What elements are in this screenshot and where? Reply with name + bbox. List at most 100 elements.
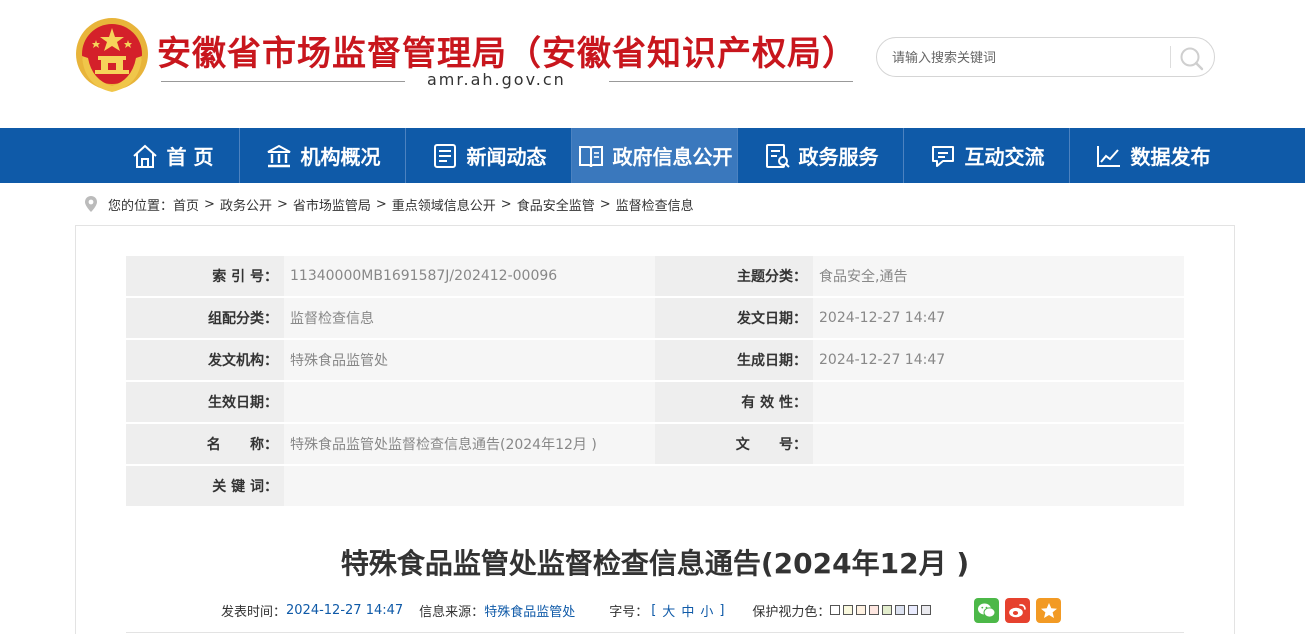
- metadata-row: 组配分类： 监督检查信息 发文日期： 2024-12-27 14:47: [126, 298, 1184, 338]
- national-emblem-icon: [76, 18, 148, 92]
- eye-care-swatch[interactable]: [869, 605, 880, 615]
- document-icon: [765, 143, 790, 168]
- home-icon: [132, 144, 157, 168]
- main-nav: 首 页 机构概况 新闻动态 政府信息公开 政务服务 互动交流 数据发布: [0, 128, 1305, 183]
- favorite-button[interactable]: [1036, 597, 1062, 623]
- metadata-table: 索 引 号： 11340000MB1691587J/202412-00096 主…: [126, 256, 1184, 508]
- breadcrumb-separator: >: [204, 196, 215, 212]
- publish-time-label: 发表时间：: [221, 604, 287, 620]
- breadcrumb-link[interactable]: 政务公开: [220, 195, 272, 214]
- metadata-row: 名 称： 特殊食品监管处监督检查信息通告(2024年12月 ) 文 号：: [126, 424, 1184, 464]
- source-label: 信息来源：: [419, 604, 485, 620]
- metadata-label: 生效日期：: [126, 382, 284, 422]
- search-box: [876, 37, 1215, 77]
- weibo-icon: [1009, 603, 1027, 617]
- search-divider: [1170, 46, 1171, 68]
- eye-care-swatch[interactable]: [921, 605, 932, 615]
- site-title: 安徽省市场监督管理局（安徽省知识产权局）: [157, 34, 857, 74]
- font-size-medium-button[interactable]: 中: [681, 601, 694, 620]
- nav-item-label: 新闻动态: [466, 145, 547, 169]
- location-pin-icon: [85, 196, 97, 212]
- breadcrumb-separator: >: [375, 196, 387, 212]
- eye-care-swatch[interactable]: [908, 605, 919, 615]
- breadcrumb-link[interactable]: 首页: [173, 195, 199, 214]
- metadata-row: 关 键 词：: [126, 466, 1184, 506]
- metadata-label: 有 效 性：: [655, 382, 813, 422]
- metadata-value: 监督检查信息: [284, 298, 655, 338]
- metadata-row: 发文机构： 特殊食品监管处 生成日期： 2024-12-27 14:47: [126, 340, 1184, 380]
- search-icon[interactable]: [1178, 45, 1206, 71]
- font-size-label: 字号：: [609, 604, 649, 620]
- publish-time: 发表时间： 2024-12-27 14:47: [221, 601, 403, 620]
- metadata-value: [813, 382, 1184, 422]
- metadata-value: 食品安全,通告: [813, 256, 1184, 296]
- article-container: 索 引 号： 11340000MB1691587J/202412-00096 主…: [75, 225, 1235, 634]
- nav-item-services[interactable]: 政务服务: [738, 128, 903, 183]
- metadata-value: 11340000MB1691587J/202412-00096: [284, 256, 655, 296]
- eye-care-label: 保护视力色：: [752, 604, 831, 620]
- nav-item-institution[interactable]: 机构概况: [240, 128, 405, 183]
- metadata-label: 发文日期：: [655, 298, 813, 338]
- domain-row: amr.ah.gov.cn: [157, 70, 853, 92]
- eye-care-swatch[interactable]: [895, 605, 906, 615]
- metadata-value: 2024-12-27 14:47: [813, 298, 1184, 338]
- font-size-large-button[interactable]: 大: [662, 601, 675, 620]
- font-size-control: 字号： [ 大 中 小 ]: [609, 601, 724, 620]
- metadata-value: [284, 466, 1184, 506]
- star-icon: [1040, 602, 1057, 618]
- metadata-label: 主题分类：: [655, 256, 813, 296]
- wechat-share-button[interactable]: [974, 597, 1000, 623]
- news-icon: [433, 143, 456, 168]
- eye-care-swatch[interactable]: [856, 605, 867, 615]
- breadcrumb-link[interactable]: 食品安全监管: [517, 195, 595, 214]
- breadcrumb-link[interactable]: 重点领域信息公开: [392, 195, 496, 214]
- breadcrumb-separator: >: [599, 196, 611, 212]
- nav-item-label: 数据发布: [1130, 145, 1211, 169]
- nav-item-news[interactable]: 新闻动态: [406, 128, 571, 183]
- metadata-label: 名 称：: [126, 424, 284, 464]
- weibo-share-button[interactable]: [1005, 597, 1031, 623]
- institution-icon: [267, 144, 290, 167]
- chat-icon: [931, 145, 954, 167]
- breadcrumb: 您的位置： 首页 > 政务公开 > 省市场监管局 > 重点领域信息公开 > 食品…: [84, 193, 694, 215]
- search-input[interactable]: [892, 47, 1162, 69]
- metadata-label: 文 号：: [655, 424, 813, 464]
- nav-item-home[interactable]: 首 页: [105, 128, 239, 183]
- eye-care-swatch[interactable]: [882, 605, 893, 615]
- nav-item-gov-info[interactable]: 政府信息公开: [572, 128, 737, 183]
- share-buttons: [974, 597, 1067, 623]
- publish-time-value: 2024-12-27 14:47: [286, 602, 404, 618]
- divider: [161, 81, 405, 82]
- content-divider: [126, 632, 1184, 633]
- breadcrumb-separator: >: [500, 196, 512, 212]
- metadata-label: 关 键 词：: [126, 466, 284, 506]
- chart-icon: [1096, 145, 1120, 167]
- site-header: 安徽省市场监督管理局（安徽省知识产权局） amr.ah.gov.cn: [0, 0, 1305, 128]
- nav-item-interaction[interactable]: 互动交流: [904, 128, 1069, 183]
- bracket: [: [651, 602, 657, 618]
- font-size-small-button[interactable]: 小: [700, 601, 713, 620]
- article-title: 特殊食品监管处监督检查信息通告(2024年12月 ): [340, 547, 970, 580]
- nav-item-label: 机构概况: [300, 145, 381, 169]
- article-meta: 发表时间： 2024-12-27 14:47 信息来源： 特殊食品监管处 字号：…: [221, 597, 1067, 623]
- bracket: ]: [719, 602, 725, 618]
- source-value: 特殊食品监管处: [484, 604, 576, 620]
- metadata-row: 索 引 号： 11340000MB1691587J/202412-00096 主…: [126, 256, 1184, 296]
- nav-item-data[interactable]: 数据发布: [1070, 128, 1235, 183]
- eye-care-color-control: 保护视力色：: [752, 601, 934, 620]
- source: 信息来源： 特殊食品监管处: [419, 601, 575, 620]
- metadata-value: [813, 424, 1184, 464]
- eye-care-swatch[interactable]: [830, 605, 841, 615]
- book-icon: [578, 145, 603, 167]
- divider: [609, 81, 853, 82]
- metadata-value: [284, 382, 655, 422]
- nav-item-label: 政府信息公开: [612, 145, 733, 169]
- metadata-label: 组配分类：: [126, 298, 284, 338]
- wechat-icon: [978, 603, 996, 618]
- eye-care-swatch[interactable]: [843, 605, 854, 615]
- breadcrumb-link[interactable]: 省市场监管局: [293, 195, 371, 214]
- metadata-row: 生效日期： 有 效 性：: [126, 382, 1184, 422]
- breadcrumb-separator: >: [276, 196, 288, 212]
- breadcrumb-link[interactable]: 监督检查信息: [616, 195, 694, 214]
- nav-item-label: 互动交流: [964, 145, 1045, 169]
